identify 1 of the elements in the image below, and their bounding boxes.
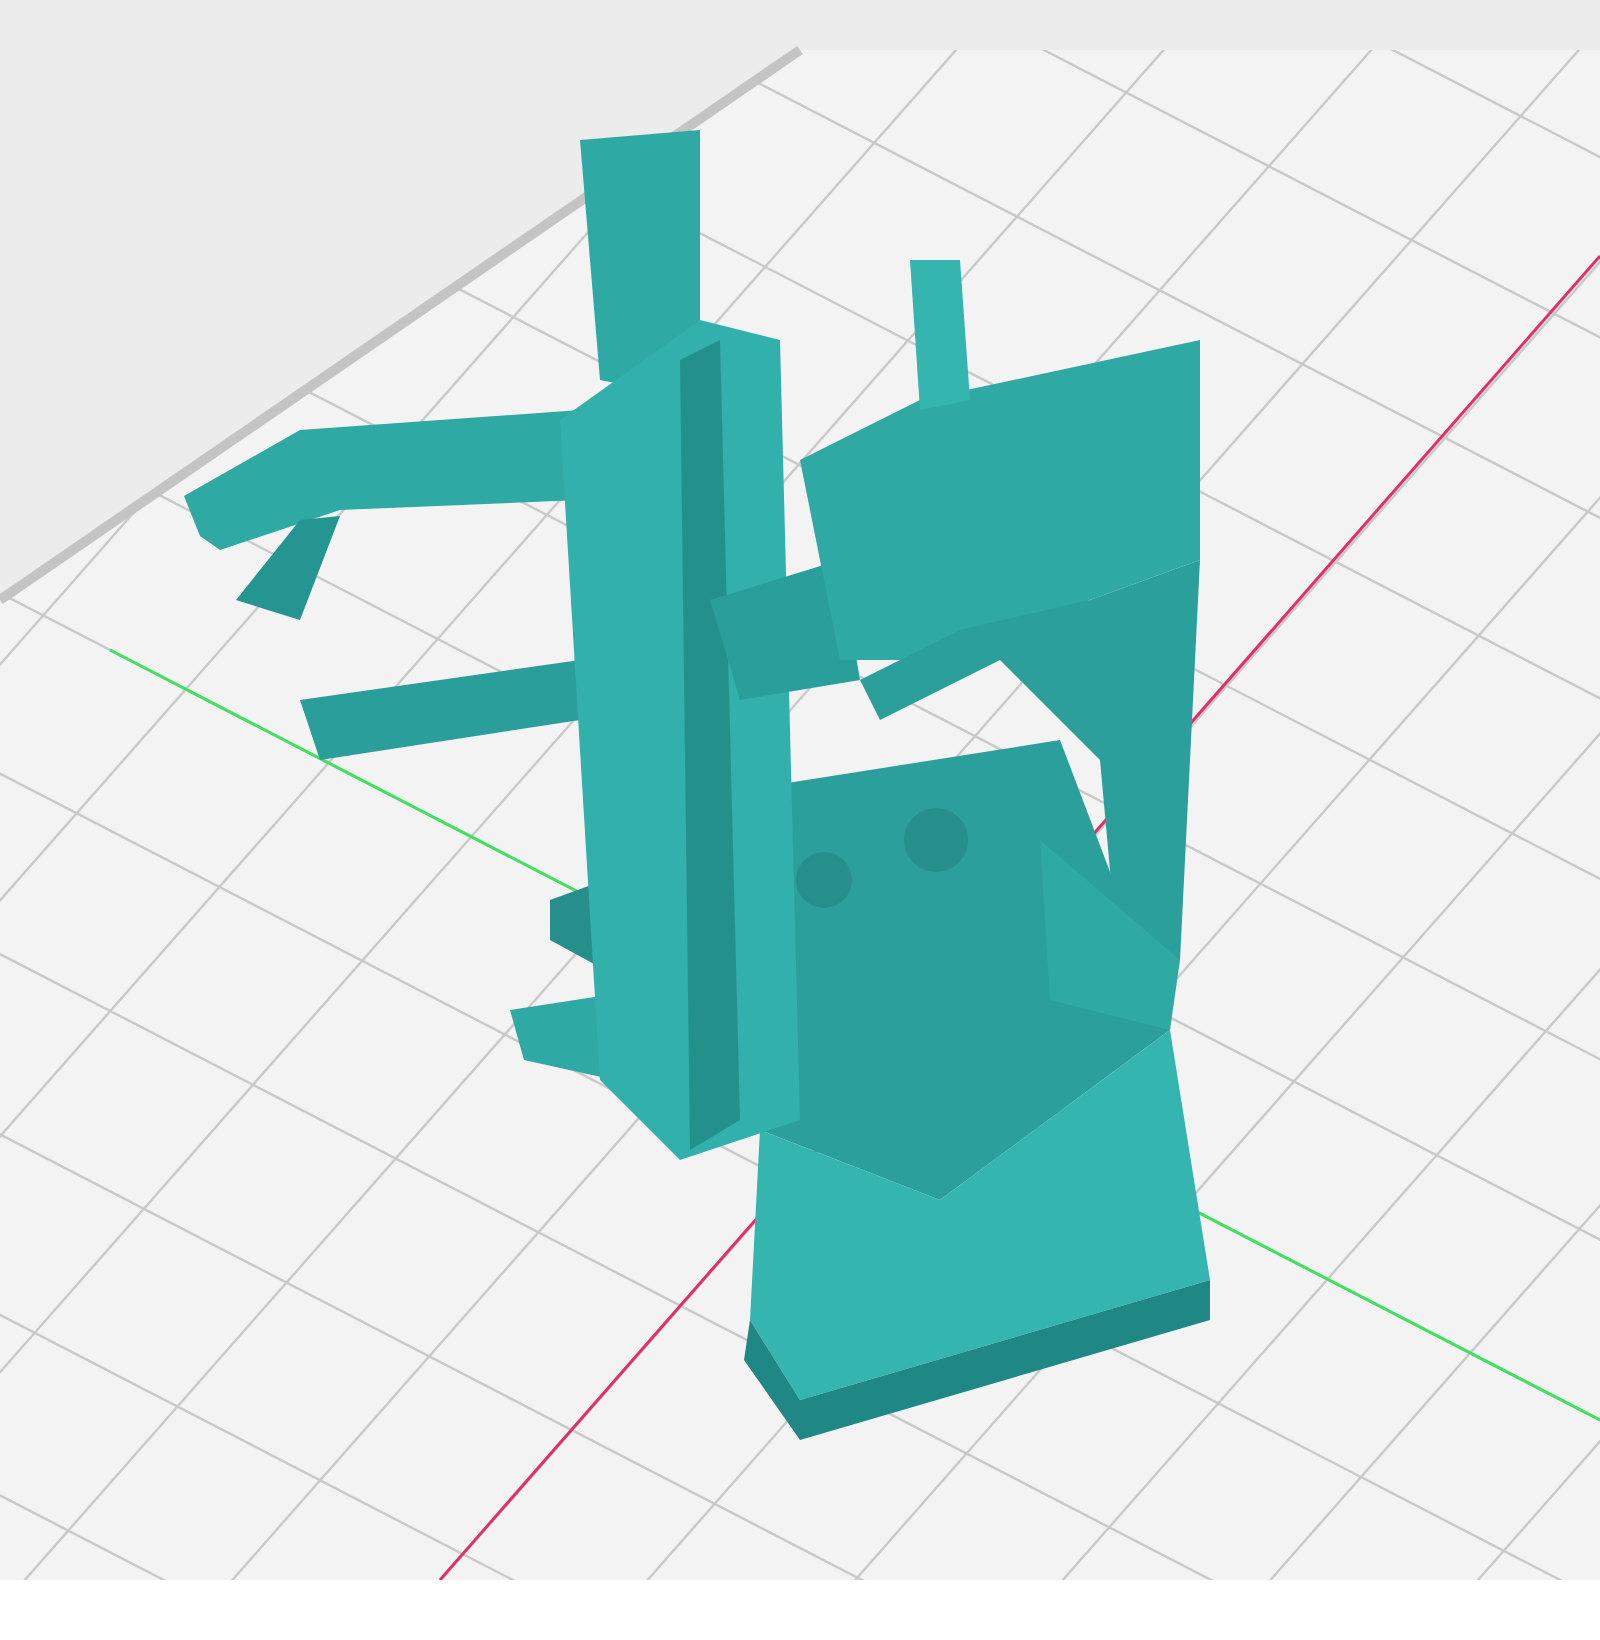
model-drawing[interactable] [184,130,1210,1440]
